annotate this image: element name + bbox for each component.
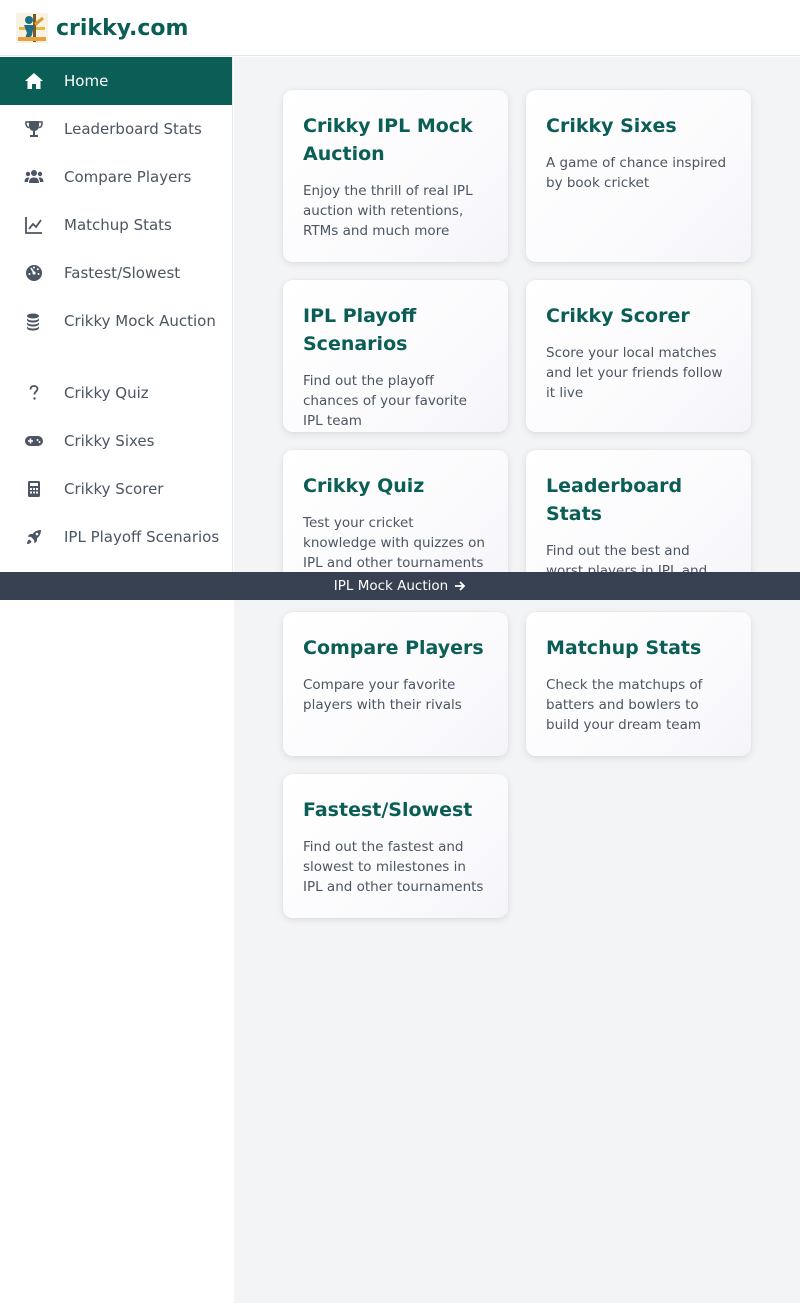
- sidebar-item-label: Home: [64, 72, 109, 90]
- coins-icon: [24, 311, 44, 331]
- sidebar-item-label: Compare Players: [64, 168, 192, 186]
- mock-auction-banner[interactable]: IPL Mock Auction: [0, 572, 800, 600]
- calculator-icon: [24, 479, 44, 499]
- card-title: Compare Players: [303, 637, 484, 659]
- sidebar-item-matchup-stats[interactable]: Matchup Stats: [0, 201, 232, 249]
- sidebar-item-label: Leaderboard Stats: [64, 120, 202, 138]
- sidebar-item-label: Matchup Stats: [64, 216, 172, 234]
- card-title: Leaderboard Stats: [546, 475, 683, 525]
- card-title: Crikky IPL Mock Auction: [303, 115, 473, 165]
- card-title: Crikky Scorer: [546, 305, 690, 327]
- arrow-right-icon: [455, 581, 466, 591]
- sidebar-item-crikky-scorer[interactable]: Crikky Scorer: [0, 465, 232, 513]
- banner-label: IPL Mock Auction: [333, 578, 449, 594]
- sidebar-empty-area: [0, 600, 234, 1303]
- gauge-icon: [24, 263, 44, 283]
- sidebar-item-label: IPL Playoff Scenarios: [64, 528, 220, 546]
- sidebar-item-crikky-sixes[interactable]: Crikky Sixes: [0, 417, 232, 465]
- card-leaderboard-stats[interactable]: Leaderboard Stats Find out the best and …: [526, 450, 751, 590]
- card-crikky-ipl-mock-auction[interactable]: Crikky IPL Mock Auction Enjoy the thrill…: [283, 90, 508, 262]
- sidebar-item-crikky-quiz[interactable]: Crikky Quiz: [0, 369, 232, 417]
- card-title: Matchup Stats: [546, 637, 702, 659]
- sidebar-item-compare-players[interactable]: Compare Players: [0, 153, 232, 201]
- sidebar-item-crikky-mock-auction[interactable]: Crikky Mock Auction: [0, 297, 232, 369]
- sidebar-nav: Home Leaderboard Stats Compare Players M…: [0, 57, 233, 572]
- card-description: A game of chance inspired by book cricke…: [546, 155, 727, 191]
- card-title: Crikky Quiz: [303, 475, 425, 497]
- home-icon: [24, 71, 44, 91]
- cricket-batter-logo-icon: [16, 13, 48, 43]
- sidebar-item-ipl-playoff-scenarios[interactable]: IPL Playoff Scenarios: [0, 513, 232, 561]
- card-description: Check the matchups of batters and bowler…: [546, 677, 703, 733]
- logo-link[interactable]: crikky.com: [16, 13, 188, 43]
- card-compare-players[interactable]: Compare Players Compare your favorite pl…: [283, 612, 508, 756]
- card-description: Find out the fastest and slowest to mile…: [303, 839, 484, 895]
- line-chart-icon: [24, 215, 44, 235]
- card-title: IPL Playoff Scenarios: [303, 305, 417, 355]
- users-icon: [24, 167, 44, 187]
- sidebar-item-label: Crikky Quiz: [64, 384, 149, 402]
- trophy-icon: [24, 119, 44, 139]
- card-crikky-sixes[interactable]: Crikky Sixes A game of chance inspired b…: [526, 90, 751, 262]
- card-title: Crikky Sixes: [546, 115, 677, 137]
- sidebar-item-home[interactable]: Home: [0, 57, 232, 105]
- sidebar-item-label: Crikky Scorer: [64, 480, 164, 498]
- card-crikky-scorer[interactable]: Crikky Scorer Score your local matches a…: [526, 280, 751, 432]
- card-description: Compare your favorite players with their…: [303, 677, 462, 713]
- card-description: Enjoy the thrill of real IPL auction wit…: [303, 183, 473, 239]
- question-icon: [24, 383, 44, 403]
- sidebar-item-fastest-slowest[interactable]: Fastest/Slowest: [0, 249, 232, 297]
- card-description: Test your cricket knowledge with quizzes…: [303, 515, 485, 571]
- sidebar-item-leaderboard-stats[interactable]: Leaderboard Stats: [0, 105, 232, 153]
- card-description: Score your local matches and let your fr…: [546, 345, 723, 401]
- sidebar-item-label: Fastest/Slowest: [64, 264, 181, 282]
- card-crikky-quiz[interactable]: Crikky Quiz Test your cricket knowledge …: [283, 450, 508, 590]
- card-ipl-playoff-scenarios[interactable]: IPL Playoff Scenarios Find out the playo…: [283, 280, 508, 432]
- brand-name: crikky.com: [56, 15, 189, 41]
- card-description: Find out the playoff chances of your fav…: [303, 373, 467, 429]
- card-fastest-slowest[interactable]: Fastest/Slowest Find out the fastest and…: [283, 774, 508, 918]
- card-title: Fastest/Slowest: [303, 799, 473, 821]
- top-header: crikky.com: [0, 0, 800, 56]
- card-matchup-stats[interactable]: Matchup Stats Check the matchups of batt…: [526, 612, 751, 756]
- rocket-icon: [24, 527, 44, 547]
- gamepad-icon: [24, 431, 44, 451]
- sidebar-item-label: Crikky Mock Auction: [64, 312, 216, 330]
- sidebar-item-label: Crikky Sixes: [64, 432, 155, 450]
